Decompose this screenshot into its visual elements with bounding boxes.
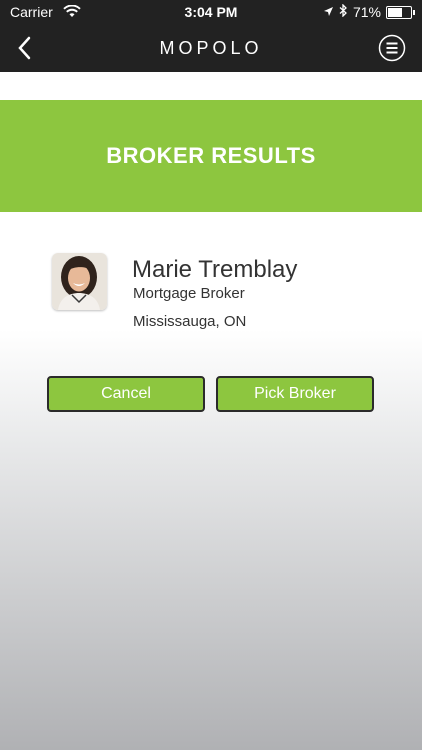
broker-location: Mississauga, ON: [133, 313, 247, 330]
results-banner: BROKER RESULTS: [0, 100, 422, 212]
broker-card: Marie Tremblay Mortgage Broker Mississau…: [52, 253, 382, 330]
app-logo: MOPOLO: [159, 38, 263, 58]
pick-broker-button[interactable]: Pick Broker: [216, 376, 374, 412]
avatar: [52, 253, 107, 310]
menu-circle-icon[interactable]: [378, 34, 406, 62]
page-title: BROKER RESULTS: [106, 143, 316, 168]
cancel-button[interactable]: Cancel: [47, 376, 205, 412]
navigation-bar: MOPOLO: [0, 24, 422, 72]
broker-name: Marie Tremblay: [132, 256, 298, 283]
battery-label: 71%: [352, 4, 381, 20]
broker-title: Mortgage Broker: [133, 285, 245, 302]
status-bar: Carrier 3:04 PM 71%: [0, 0, 422, 24]
page-content: BROKER RESULTS Marie Tremblay Mortgage B…: [0, 72, 422, 750]
location-arrow-icon: [323, 4, 334, 20]
status-icons: 71%: [323, 3, 415, 20]
battery-icon: [386, 5, 415, 19]
bluetooth-icon: [339, 3, 348, 20]
